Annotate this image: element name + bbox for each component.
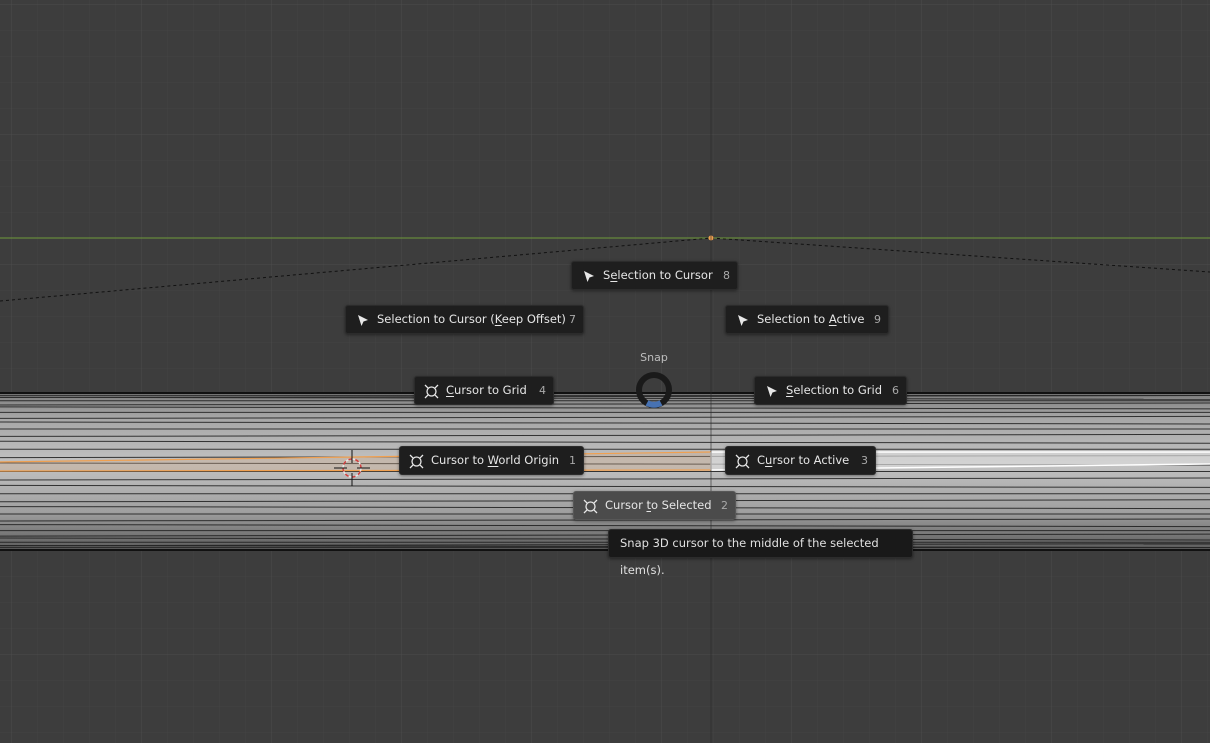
shortcut-key: 9 <box>874 313 881 326</box>
selection-to-grid-button[interactable]: Selection to Grid 6 <box>754 376 907 405</box>
cursor-to-grid-button[interactable]: Cursor to Grid 4 <box>414 376 554 405</box>
3d-viewport[interactable] <box>0 0 1210 743</box>
cursor-to-grid-label: Cursor to Grid <box>446 383 527 397</box>
shortcut-key: 1 <box>569 454 576 467</box>
shortcut-key: 6 <box>892 384 899 397</box>
shortcut-key: 7 <box>569 313 576 326</box>
selection-to-cursor-keep-offset-label: Selection to Cursor (Keep Offset) <box>377 312 566 326</box>
cursor-to-selected-label: Cursor to Selected <box>605 498 712 512</box>
cursor-to-active-label: Cursor to Active <box>757 453 850 467</box>
selection-to-cursor-button[interactable]: Selection to Cursor 8 <box>571 261 738 290</box>
cylinder-mesh[interactable] <box>0 392 1210 551</box>
cursor-to-world-origin-button[interactable]: Cursor to World Origin 1 <box>399 446 584 475</box>
selection-to-cursor-keep-offset-button[interactable]: Selection to Cursor (Keep Offset) 7 <box>345 305 584 334</box>
shortcut-key: 2 <box>721 499 728 512</box>
selection-to-grid-label: Selection to Grid <box>786 383 882 397</box>
viewport-grid <box>0 0 1210 743</box>
cursor-arrow-icon <box>738 315 748 326</box>
cursor-to-selected-button[interactable]: Cursor to Selected 2 <box>573 491 736 520</box>
selection-to-active-button[interactable]: Selection to Active 9 <box>725 305 889 334</box>
cursor-to-world-origin-label: Cursor to World Origin <box>431 453 560 467</box>
pie-menu-title: Snap <box>640 351 668 364</box>
3d-cursor-icon <box>424 384 439 399</box>
shortcut-key: 4 <box>539 384 546 397</box>
3d-cursor-icon <box>583 499 598 514</box>
shortcut-key: 3 <box>861 454 868 467</box>
3d-cursor-icon <box>735 454 750 469</box>
cursor-arrow-icon <box>767 386 777 397</box>
shortcut-key: 8 <box>723 269 730 282</box>
selection-to-cursor-label: Selection to Cursor <box>603 268 713 282</box>
tooltip: Snap 3D cursor to the middle of the sele… <box>608 529 913 577</box>
cursor-arrow-icon <box>584 271 594 282</box>
selection-to-active-label: Selection to Active <box>757 312 865 326</box>
3d-cursor-icon <box>409 454 424 469</box>
cursor-arrow-icon <box>358 315 368 326</box>
cursor-to-active-button[interactable]: Cursor to Active 3 <box>725 446 876 475</box>
